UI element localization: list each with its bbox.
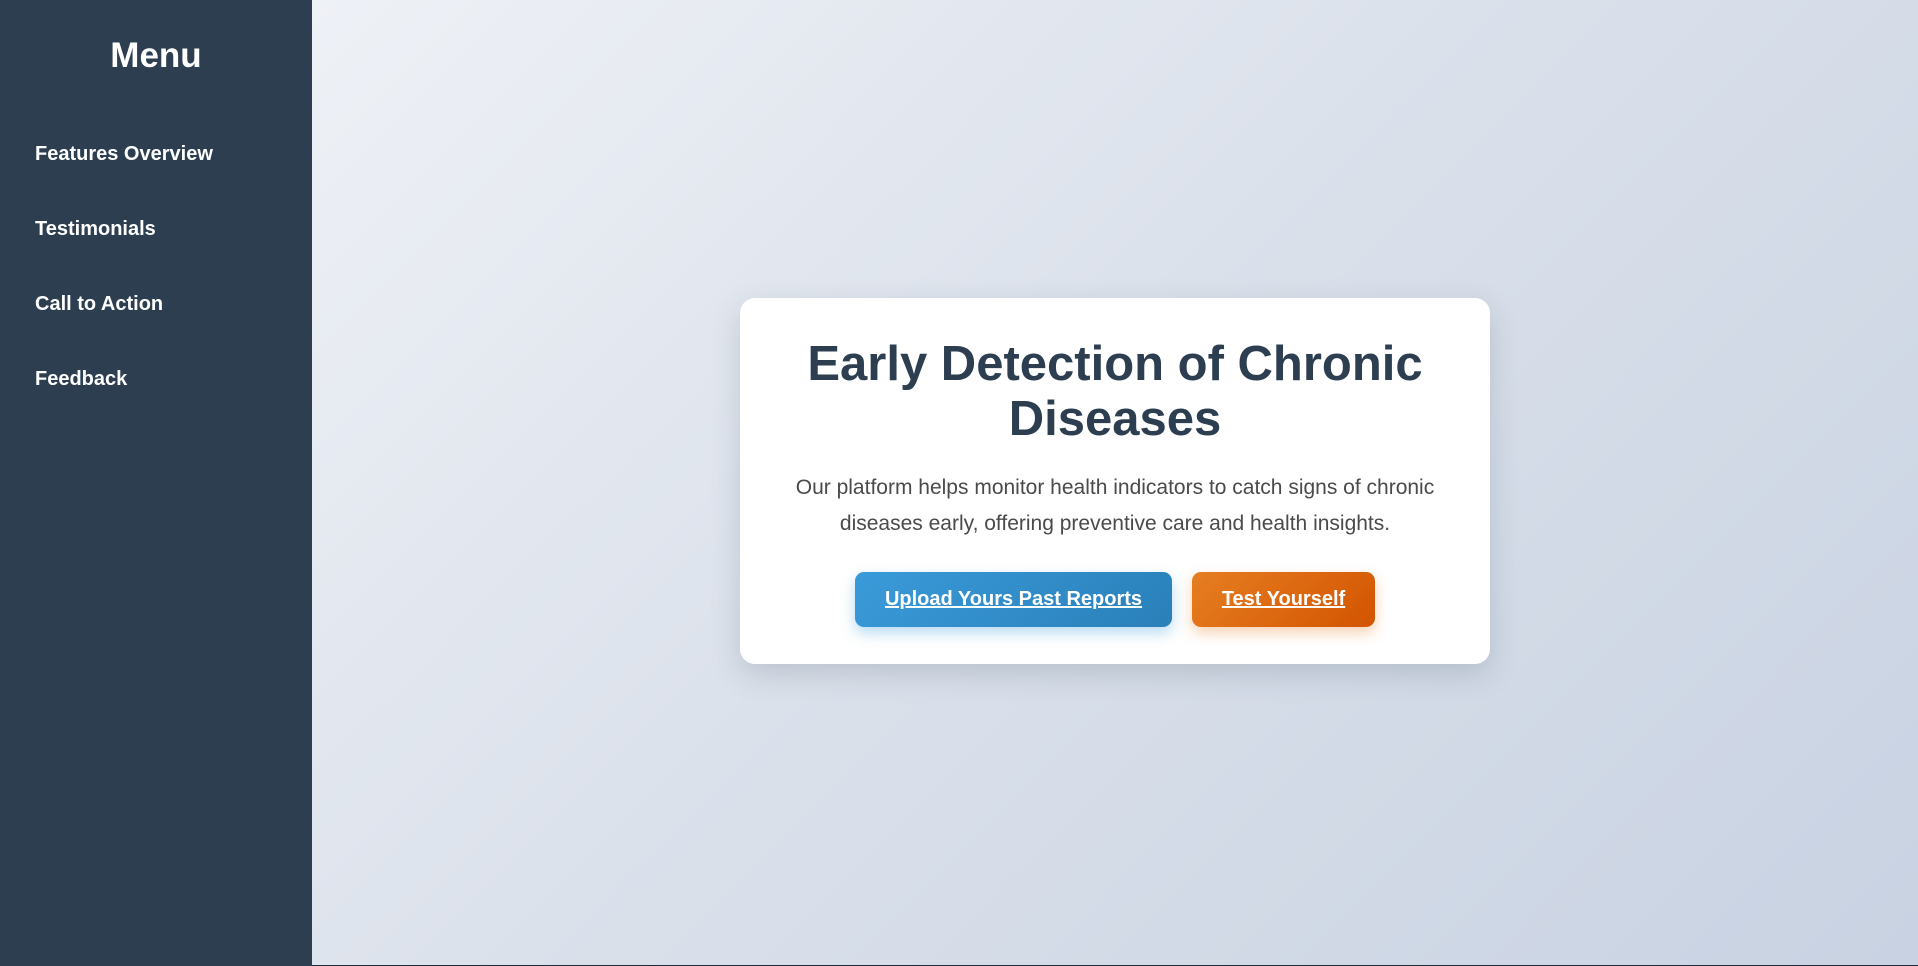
sidebar-item-features-overview[interactable]: Features Overview bbox=[0, 139, 312, 214]
sidebar: Menu Features Overview Testimonials Call… bbox=[0, 0, 312, 966]
hero-card: Early Detection of Chronic Diseases Our … bbox=[740, 298, 1490, 664]
test-yourself-button[interactable]: Test Yourself bbox=[1192, 572, 1375, 627]
upload-reports-button[interactable]: Upload Yours Past Reports bbox=[855, 572, 1172, 627]
sidebar-item-testimonials[interactable]: Testimonials bbox=[0, 214, 312, 289]
main-content: Early Detection of Chronic Diseases Our … bbox=[312, 0, 1918, 966]
hero-button-row: Upload Yours Past Reports Test Yourself bbox=[740, 572, 1490, 627]
sidebar-item-feedback[interactable]: Feedback bbox=[0, 364, 312, 439]
sidebar-item-call-to-action[interactable]: Call to Action bbox=[0, 289, 312, 364]
hero-title: Early Detection of Chronic Diseases bbox=[807, 337, 1423, 446]
sidebar-title: Menu bbox=[110, 36, 202, 75]
sidebar-nav: Features Overview Testimonials Call to A… bbox=[0, 139, 312, 439]
hero-description: Our platform helps monitor health indica… bbox=[795, 476, 1435, 535]
app-root: Menu Features Overview Testimonials Call… bbox=[0, 0, 1918, 966]
